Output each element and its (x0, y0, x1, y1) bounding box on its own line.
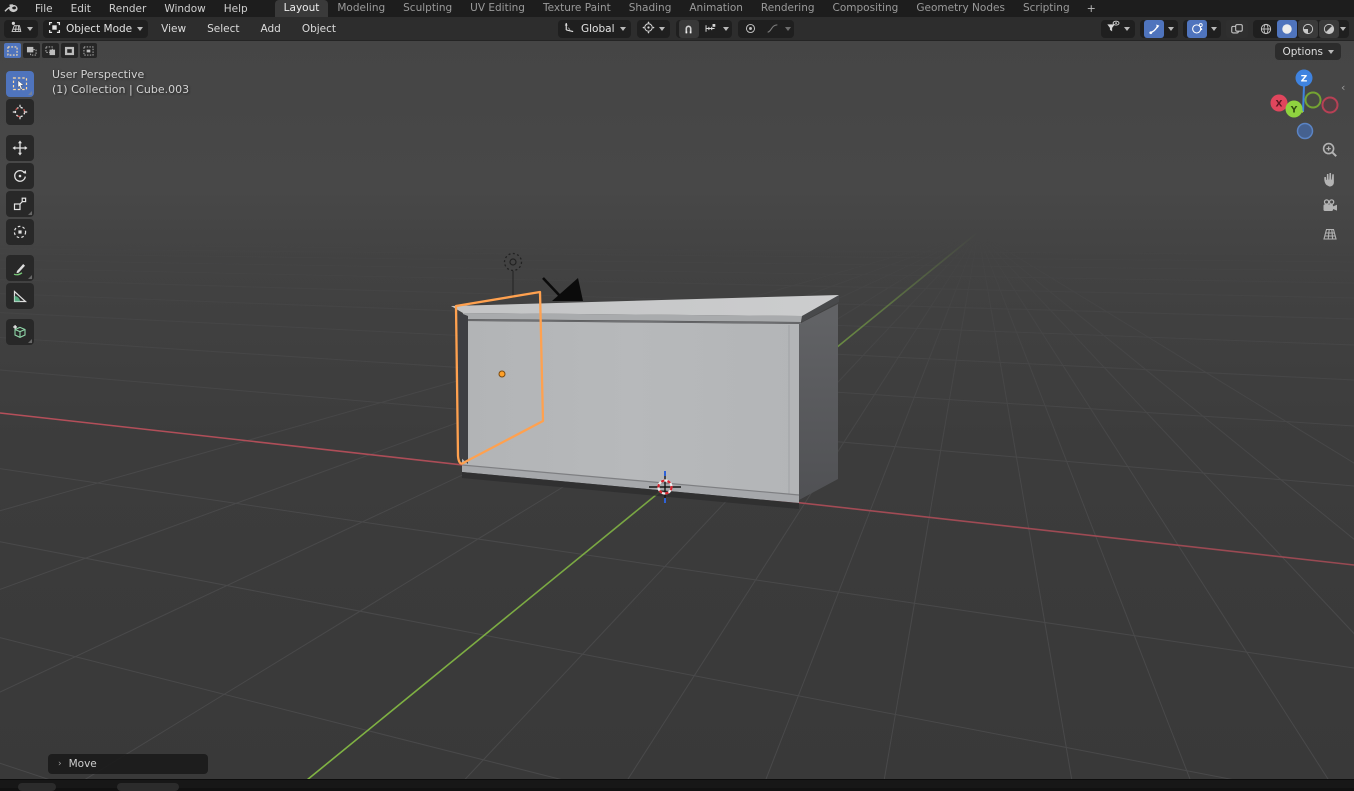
add-workspace-button[interactable]: + (1079, 0, 1104, 17)
gizmo-z-neg-axis[interactable] (1298, 124, 1313, 139)
menu-help[interactable]: Help (215, 3, 257, 15)
shading-rendered-icon[interactable] (1319, 20, 1339, 38)
tab-compositing[interactable]: Compositing (824, 0, 908, 17)
operator-label: Move (69, 758, 97, 770)
tool-transform[interactable] (6, 219, 34, 245)
workspace-tabs: Layout Modeling Sculpting UV Editing Tex… (275, 0, 1104, 17)
tab-sculpting[interactable]: Sculpting (394, 0, 461, 17)
select-mode-intersect[interactable] (80, 43, 97, 58)
active-object-label: (1) Collection | Cube.003 (52, 82, 189, 97)
transform-orientation-icon (563, 21, 576, 37)
tool-annotate[interactable] (6, 255, 34, 281)
tool-add-cube[interactable] (6, 319, 34, 345)
gizmo-z-label: Z (1301, 75, 1308, 85)
menu-window[interactable]: Window (155, 3, 214, 15)
menu-add[interactable]: Add (252, 23, 288, 35)
select-mode-set[interactable] (4, 43, 21, 58)
tool-select-box[interactable] (6, 71, 34, 97)
tab-rendering[interactable]: Rendering (752, 0, 824, 17)
falloff-curve-icon[interactable] (763, 20, 783, 38)
status-hint-pill (117, 783, 179, 791)
proportional-editing-group (738, 20, 794, 38)
topbar: File Edit Render Window Help Layout Mode… (0, 0, 1354, 17)
gizmo-x-neg-axis[interactable] (1323, 98, 1338, 113)
gizmo-x-label: X (1276, 100, 1283, 110)
pivot-point-icon (642, 21, 655, 37)
tab-shading[interactable]: Shading (620, 0, 681, 17)
editor-type-button[interactable] (4, 20, 38, 38)
viewport-shading-group (1253, 20, 1349, 38)
snapping-group (676, 20, 732, 38)
mode-dropdown[interactable]: Object Mode (43, 20, 148, 38)
camera-view-icon[interactable] (1319, 196, 1341, 216)
shading-wireframe-icon[interactable] (1256, 20, 1276, 38)
tool-rotate[interactable] (6, 163, 34, 189)
visibility-filter-dropdown[interactable] (1101, 20, 1135, 38)
gizmo-y-neg-axis[interactable] (1306, 93, 1321, 108)
blender-window: { "window": { "app_label": "Blender" }, … (0, 0, 1354, 787)
shading-solid-icon[interactable] (1277, 20, 1297, 38)
blender-logo-icon[interactable] (4, 2, 20, 16)
sidebar-collapse-arrow[interactable]: ‹ (1341, 81, 1345, 94)
3d-viewport[interactable]: User Perspective (1) Collection | Cube.0… (0, 40, 1354, 779)
gizmo-y-label: Y (1290, 106, 1298, 116)
pivot-point-dropdown[interactable] (637, 20, 670, 38)
menu-edit[interactable]: Edit (62, 3, 100, 15)
show-overlays-icon[interactable] (1187, 20, 1207, 38)
object-mode-icon (48, 21, 61, 37)
viewport-info-text: User Perspective (1) Collection | Cube.0… (52, 67, 189, 97)
pan-hand-icon[interactable] (1319, 168, 1341, 188)
scene-canvas (0, 40, 1354, 779)
toggle-perspective-grid-icon[interactable] (1319, 224, 1341, 244)
tab-geometry-nodes[interactable]: Geometry Nodes (907, 0, 1014, 17)
operator-panel-move[interactable]: › Move (48, 754, 208, 774)
viewport-nav-buttons (1317, 140, 1343, 244)
show-gizmos-icon[interactable] (1144, 20, 1164, 38)
tab-modeling[interactable]: Modeling (328, 0, 394, 17)
select-mode-buttons (4, 43, 97, 58)
status-hint-pill (18, 783, 56, 791)
tool-scale[interactable] (6, 191, 34, 217)
door-left-edge-face[interactable] (458, 312, 468, 464)
tool-measure[interactable] (6, 283, 34, 309)
shading-material-preview-icon[interactable] (1298, 20, 1318, 38)
orientation-label: Global (580, 23, 616, 35)
show-overlays-group (1183, 20, 1221, 38)
tool-move[interactable] (6, 135, 34, 161)
toggle-xray-icon[interactable] (1226, 20, 1248, 38)
select-mode-invert[interactable] (61, 43, 78, 58)
object-visibility-filter-icon (1106, 20, 1120, 37)
snap-increment-icon[interactable] (701, 20, 721, 38)
view-perspective-label: User Perspective (52, 67, 189, 82)
tab-uv-editing[interactable]: UV Editing (461, 0, 534, 17)
expand-arrow-icon: › (58, 759, 62, 769)
object-origin-dot[interactable] (499, 371, 505, 377)
menu-view[interactable]: View (153, 23, 194, 35)
menu-file[interactable]: File (26, 3, 62, 15)
tab-texture-paint[interactable]: Texture Paint (534, 0, 620, 17)
proportional-editing-icon[interactable] (741, 20, 761, 38)
transform-orientation-dropdown[interactable]: Global (558, 20, 631, 38)
menu-render[interactable]: Render (100, 3, 155, 15)
toolbar (6, 71, 34, 347)
tab-scripting[interactable]: Scripting (1014, 0, 1079, 17)
viewport-header: Object Mode View Select Add Object Globa… (0, 17, 1354, 41)
menu-select[interactable]: Select (199, 23, 247, 35)
tab-layout[interactable]: Layout (275, 0, 329, 17)
select-mode-subtract[interactable] (42, 43, 59, 58)
tab-animation[interactable]: Animation (680, 0, 752, 17)
tool-cursor[interactable] (6, 99, 34, 125)
box-right-face[interactable] (799, 304, 838, 500)
snap-magnet-icon[interactable] (679, 20, 699, 38)
select-mode-extend[interactable] (23, 43, 40, 58)
box-object[interactable] (451, 295, 839, 509)
zoom-icon[interactable] (1319, 140, 1341, 160)
menu-object[interactable]: Object (294, 23, 344, 35)
show-gizmos-group (1140, 20, 1178, 38)
editor-type-3d-viewport-icon (9, 20, 23, 37)
mode-label: Object Mode (65, 23, 133, 35)
